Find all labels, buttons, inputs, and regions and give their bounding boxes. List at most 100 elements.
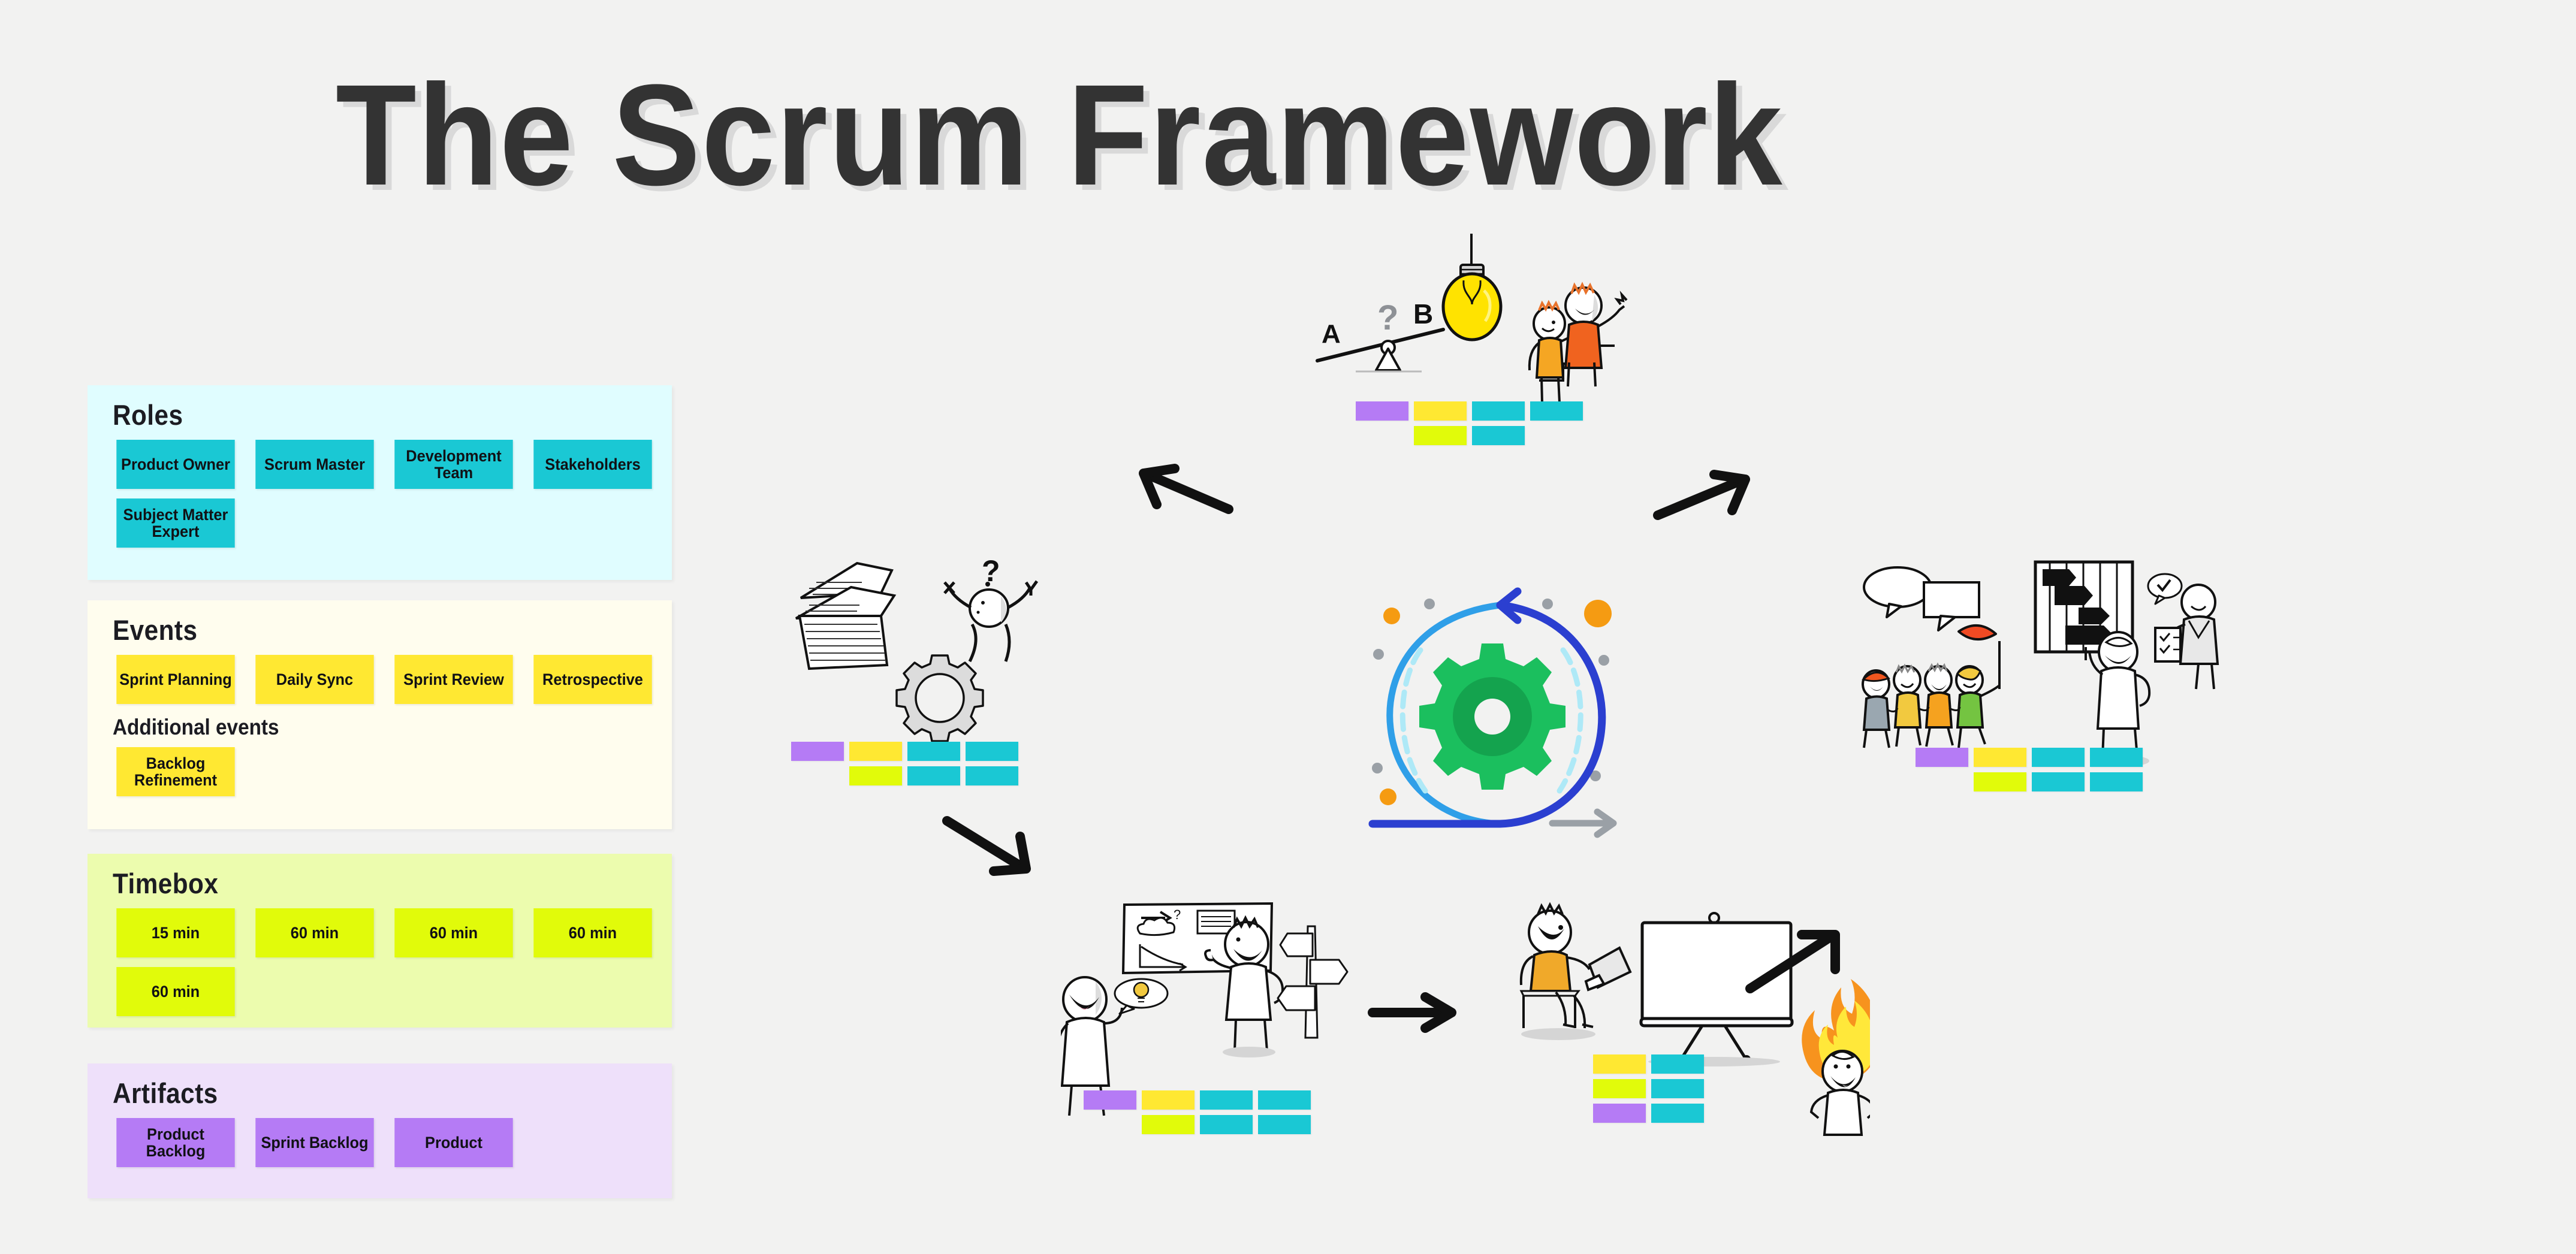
tags-retrospective	[1916, 748, 2143, 791]
panel-title-roles: Roles	[113, 399, 183, 431]
tag-purple[interactable]	[1916, 748, 1968, 767]
svg-text:B: B	[1413, 298, 1433, 330]
gear-icon	[1419, 643, 1565, 790]
tags-row	[1356, 426, 1583, 445]
chip-subject-matter-expert[interactable]: Subject Matter Expert	[116, 498, 235, 548]
chip-timebox-60min-3[interactable]: 60 min	[533, 908, 652, 957]
tag-cyan[interactable]	[1200, 1090, 1253, 1110]
chip-scrum-master[interactable]: Scrum Master	[255, 440, 374, 489]
signpost-icon	[1277, 925, 1349, 1039]
speech-bubbles-icon	[1863, 566, 1980, 631]
tag-cyan[interactable]	[966, 742, 1018, 761]
chip-stakeholders[interactable]: Stakeholders	[533, 440, 652, 489]
tags-row	[1356, 401, 1583, 421]
tag-cyan[interactable]	[2090, 772, 2143, 791]
tag-empty	[1356, 426, 1408, 445]
sprint-iteration-loop	[1355, 587, 1630, 839]
chip-sprint-backlog[interactable]: Sprint Backlog	[255, 1118, 374, 1167]
timebox-chip-row-1: 15 min 60 min 60 min 60 min	[113, 908, 672, 957]
tag-purple[interactable]	[1084, 1090, 1136, 1110]
tag-empty	[791, 766, 844, 785]
panel-title-timebox: Timebox	[113, 868, 219, 899]
tags-sprint-planning	[1356, 401, 1583, 445]
stage-retrospective	[1858, 557, 2230, 791]
tag-empty	[1084, 1115, 1136, 1134]
chip-retrospective[interactable]: Retrospective	[533, 655, 652, 704]
tag-cyan[interactable]	[1258, 1090, 1311, 1110]
tags-backlog-refinement	[791, 742, 1018, 785]
stage-backlog-refinement: ?	[791, 551, 1103, 785]
chip-development-team[interactable]: Development Team	[394, 440, 513, 489]
document-stack-icon	[795, 561, 897, 670]
tag-lime[interactable]	[1414, 426, 1467, 445]
page-title: The Scrum Framework	[336, 55, 1784, 215]
tag-yellow[interactable]	[1593, 1054, 1646, 1074]
tag-purple[interactable]	[1593, 1104, 1646, 1123]
seesaw-ab-icon: A B ?	[1316, 298, 1445, 373]
lightbulb-icon	[1441, 234, 1503, 342]
tags-row	[791, 742, 1018, 761]
tag-cyan[interactable]	[1530, 401, 1583, 421]
output-arrow-icon	[1549, 808, 1617, 838]
stage-sprint-planning: A B ?	[1313, 234, 1684, 449]
tags-row	[1593, 1079, 1704, 1098]
events-chip-row-2: Backlog Refinement	[113, 747, 672, 796]
tag-purple[interactable]	[791, 742, 844, 761]
chip-sprint-planning[interactable]: Sprint Planning	[116, 655, 235, 704]
legend-panel-artifacts: Artifacts Product Backlog Sprint Backlog…	[88, 1063, 672, 1198]
chip-backlog-refinement[interactable]: Backlog Refinement	[116, 747, 235, 796]
chip-product-backlog[interactable]: Product Backlog	[116, 1118, 235, 1167]
tags-sprint-review	[1593, 1054, 1704, 1123]
tag-cyan[interactable]	[2090, 748, 2143, 767]
tag-yellow[interactable]	[1414, 401, 1467, 421]
tag-lime[interactable]	[1593, 1079, 1646, 1098]
tags-row	[1916, 748, 2143, 767]
tag-cyan[interactable]	[2032, 772, 2085, 791]
team-climbing-steps-icon	[1528, 282, 1628, 403]
tag-cyan[interactable]	[907, 766, 960, 785]
tag-cyan[interactable]	[2032, 748, 2085, 767]
tags-row	[1084, 1090, 1311, 1110]
tag-cyan[interactable]	[1651, 1079, 1704, 1098]
person-with-laptop-icon	[1519, 902, 1632, 1040]
tag-cyan[interactable]	[1472, 426, 1525, 445]
chip-product-owner[interactable]: Product Owner	[116, 440, 235, 489]
presentation-screen-icon	[1639, 912, 1794, 1066]
tag-lime[interactable]	[849, 766, 902, 785]
team-with-flag-icon	[1862, 624, 2001, 748]
tag-empty	[1530, 426, 1583, 445]
tag-yellow[interactable]	[1142, 1090, 1195, 1110]
chip-timebox-15min[interactable]: 15 min	[116, 908, 235, 957]
svg-text:?: ?	[982, 554, 1000, 588]
tags-daily-sync	[1084, 1090, 1311, 1134]
tags-row	[1084, 1115, 1311, 1134]
tag-cyan[interactable]	[907, 742, 960, 761]
svg-text:A: A	[1322, 319, 1341, 349]
tag-purple[interactable]	[1356, 401, 1408, 421]
tags-row	[1593, 1054, 1704, 1074]
tag-yellow[interactable]	[849, 742, 902, 761]
roles-chip-row-2: Subject Matter Expert	[113, 498, 672, 548]
roles-chip-row-1: Product Owner Scrum Master Development T…	[113, 440, 672, 489]
chip-timebox-60min-2[interactable]: 60 min	[394, 908, 513, 957]
chip-sprint-review[interactable]: Sprint Review	[394, 655, 513, 704]
chip-daily-sync[interactable]: Daily Sync	[255, 655, 374, 704]
tag-cyan[interactable]	[1258, 1115, 1311, 1134]
tag-cyan[interactable]	[1651, 1104, 1704, 1123]
chip-timebox-60min-1[interactable]: 60 min	[255, 908, 374, 957]
timebox-chip-row-2: 60 min	[113, 967, 672, 1016]
artifacts-chip-row-1: Product Backlog Sprint Backlog Product	[113, 1118, 672, 1167]
tag-cyan[interactable]	[1651, 1054, 1704, 1074]
svg-text:?: ?	[1377, 298, 1398, 337]
scrum-cycle-diagram: A B ? ? ?	[689, 198, 2547, 1216]
tag-lime[interactable]	[1142, 1115, 1195, 1134]
tag-lime[interactable]	[1974, 772, 2026, 791]
tag-cyan[interactable]	[1472, 401, 1525, 421]
legend-panel-events: Events Sprint Planning Daily Sync Sprint…	[88, 600, 672, 829]
tag-cyan[interactable]	[966, 766, 1018, 785]
chip-timebox-60min-4[interactable]: 60 min	[116, 967, 235, 1016]
arrow-top-right-icon	[1653, 470, 1750, 520]
tag-yellow[interactable]	[1974, 748, 2026, 767]
chip-product[interactable]: Product	[394, 1118, 513, 1167]
tag-cyan[interactable]	[1200, 1115, 1253, 1134]
